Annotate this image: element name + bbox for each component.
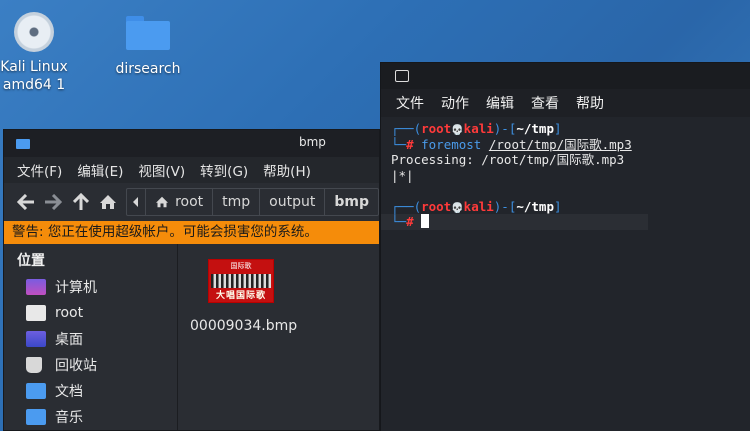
arrow-left-icon [16, 194, 34, 210]
file-manager-menubar: 文件(F) 编辑(E) 视图(V) 转到(G) 帮助(H) [4, 157, 379, 183]
menu-edit[interactable]: 编辑 [486, 93, 514, 113]
forward-button[interactable] [40, 188, 68, 216]
file-view[interactable]: 国际歌 大唱国际歌 00009034.bmp [178, 244, 379, 430]
breadcrumb-bmp[interactable]: bmp [325, 189, 378, 215]
menu-view[interactable]: 查看 [531, 93, 559, 113]
skull-icon: 💀 [451, 202, 464, 214]
sidebar-heading: 位置 [17, 253, 45, 269]
breadcrumb-output[interactable]: output [260, 189, 326, 215]
folder-icon [126, 16, 170, 50]
folder-icon [26, 305, 46, 321]
file-manager-titlebar[interactable]: bmp [4, 130, 379, 157]
root-warning-banner: 警告: 您正在使用超级帐户。可能会损害您的系统。 [4, 221, 379, 244]
sidebar-item-desktop[interactable]: 桌面 [4, 326, 177, 352]
menu-action[interactable]: 动作 [441, 93, 469, 113]
desktop-icon-label: Kali Linux amd64 1 [0, 59, 68, 93]
desktop-icon-label: dirsearch [115, 61, 181, 77]
breadcrumb: root tmp output bmp [126, 188, 379, 216]
input-line[interactable]: └─# [381, 214, 648, 230]
desktop-icon [26, 331, 46, 347]
menu-help[interactable]: 帮助(H) [263, 160, 311, 180]
sidebar-item-trash[interactable]: 回收站 [4, 352, 177, 378]
file-name-label[interactable]: 00009034.bmp [190, 318, 297, 334]
folder-icon [16, 139, 30, 149]
desktop-icon-kali-disc[interactable]: Kali Linux amd64 1 [0, 12, 74, 94]
terminal-window[interactable]: 文件 动作 编辑 查看 帮助 ┌──(root💀kali)-[~/tmp] └─… [380, 62, 750, 431]
menu-file[interactable]: 文件 [396, 93, 424, 113]
home-icon [156, 196, 169, 208]
text-cursor [421, 214, 430, 228]
output-line: Processing: /root/tmp/国际歌.mp3 [391, 152, 625, 167]
menu-go[interactable]: 转到(G) [200, 160, 248, 180]
command-line: └─# foremost /root/tmp/国际歌.mp3 [391, 136, 632, 152]
terminal-output[interactable]: ┌──(root💀kali)-[~/tmp] └─# foremost /roo… [381, 117, 750, 234]
progress-line: |*| [391, 167, 414, 183]
computer-icon [26, 279, 46, 295]
menu-file[interactable]: 文件(F) [17, 160, 62, 180]
home-button[interactable] [95, 188, 123, 216]
breadcrumb-scroll-left[interactable] [127, 189, 147, 215]
breadcrumb-tmp[interactable]: tmp [213, 189, 261, 215]
file-manager-window[interactable]: bmp 文件(F) 编辑(E) 视图(V) 转到(G) 帮助(H) root t… [3, 129, 380, 431]
menu-edit[interactable]: 编辑(E) [77, 160, 123, 180]
disc-icon [14, 12, 54, 52]
up-button[interactable] [67, 188, 95, 216]
sidebar-item-computer[interactable]: 计算机 [4, 274, 177, 300]
arrow-right-icon [45, 194, 63, 210]
terminal-titlebar[interactable] [381, 63, 750, 89]
prompt-line: ┌──(root💀kali)-[~/tmp] [391, 198, 562, 214]
terminal-menubar: 文件 动作 编辑 查看 帮助 [381, 89, 750, 117]
places-sidebar: 位置 计算机 root 桌面 回收站 文档 音乐 [4, 244, 178, 430]
menu-view[interactable]: 视图(V) [138, 160, 185, 180]
sidebar-item-music[interactable]: 音乐 [4, 404, 177, 430]
music-folder-icon [26, 409, 46, 425]
chevron-left-icon [133, 197, 139, 207]
documents-folder-icon [26, 383, 46, 399]
home-icon [100, 195, 117, 209]
window-title: bmp [299, 135, 326, 149]
trash-icon [26, 357, 42, 373]
desktop-icon-dirsearch[interactable]: dirsearch [108, 12, 188, 78]
breadcrumb-root[interactable]: root [146, 189, 214, 215]
terminal-icon [395, 70, 409, 82]
prompt-line: ┌──(root💀kali)-[~/tmp] [391, 121, 562, 136]
skull-icon: 💀 [451, 125, 464, 136]
sidebar-item-root[interactable]: root [4, 300, 177, 326]
menu-help[interactable]: 帮助 [576, 93, 604, 113]
arrow-up-icon [72, 193, 89, 210]
file-manager-toolbar: root tmp output bmp [4, 183, 379, 221]
back-button[interactable] [12, 188, 40, 216]
sidebar-item-documents[interactable]: 文档 [4, 378, 177, 404]
image-thumbnail[interactable]: 国际歌 大唱国际歌 [208, 259, 274, 303]
